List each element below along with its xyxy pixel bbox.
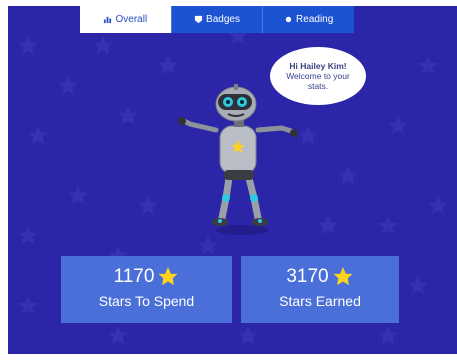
tab-reading[interactable]: Reading	[262, 6, 355, 33]
tab-overall[interactable]: Overall	[80, 6, 171, 33]
tab-badges-label: Badges	[206, 14, 240, 25]
stars-to-spend-label: Stars To Spend	[98, 293, 195, 309]
robot-mascot	[178, 84, 298, 235]
greeting-text: Hi Hailey Kim!	[289, 61, 347, 71]
star-icon	[333, 267, 353, 286]
stars-earned-card: 3170 Stars Earned	[241, 256, 399, 323]
stars-earned-value: 3170	[286, 266, 329, 287]
dot-icon	[284, 15, 293, 24]
badge-icon	[194, 15, 203, 24]
stats-panel: Overall Badges Reading Hi Hailey Kim! We…	[8, 6, 457, 354]
stars-earned-label: Stars Earned	[279, 293, 361, 309]
welcome-text-line2: stats.	[307, 81, 329, 91]
tab-reading-label: Reading	[296, 14, 334, 25]
tab-bar: Overall Badges Reading	[80, 6, 355, 33]
stars-to-spend-card: 1170 Stars To Spend	[61, 256, 232, 323]
bar-chart-icon	[103, 15, 112, 24]
tab-overall-label: Overall	[115, 14, 148, 25]
star-icon	[158, 267, 178, 286]
tab-badges[interactable]: Badges	[170, 6, 263, 33]
stars-to-spend-value: 1170	[113, 266, 155, 287]
